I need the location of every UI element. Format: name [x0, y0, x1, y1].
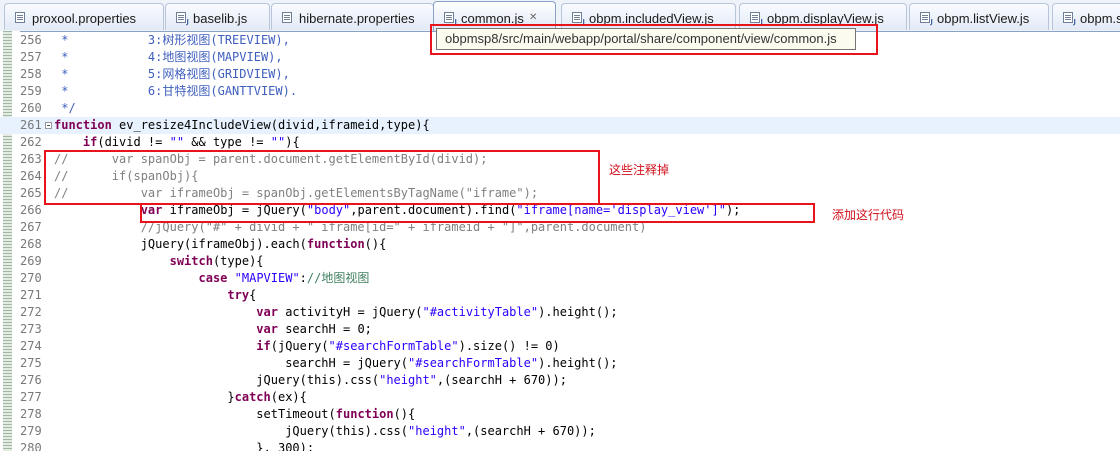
line-number: 270: [20, 271, 42, 285]
code-text: if(divid != "" && type != ""){: [82, 135, 300, 149]
code-line[interactable]: 272 var activityH = jQuery("#activityTab…: [0, 304, 1120, 321]
code-text: try{: [227, 288, 257, 302]
code-text: case "MAPVIEW"://地图视图: [198, 271, 370, 285]
javascript-file-icon: [444, 12, 457, 26]
code-text: setTimeout(function(){: [54, 407, 416, 421]
code-line[interactable]: 277 }catch(ex){: [0, 389, 1120, 406]
tab-proxool-properties[interactable]: proxool.properties: [4, 3, 164, 30]
code-line[interactable]: 274 if(jQuery("#searchFormTable").size()…: [0, 338, 1120, 355]
code-text: }catch(ex){: [54, 390, 307, 404]
code-line[interactable]: 273 var searchH = 0;: [0, 321, 1120, 338]
tooltip-highlight-box: [430, 24, 878, 55]
fold-collapse-icon[interactable]: [45, 122, 52, 129]
code-line[interactable]: 262 if(divid != "" && type != ""){: [0, 134, 1120, 151]
line-number: 259: [20, 84, 42, 98]
code-text: }, 300);: [54, 441, 315, 451]
code-text: var activityH = jQuery("#activityTable")…: [256, 305, 618, 319]
code-text: switch(type){: [169, 254, 264, 268]
line-number: 257: [20, 50, 42, 64]
line-number: 278: [20, 407, 42, 421]
code-line[interactable]: 278 setTimeout(function(){: [0, 406, 1120, 423]
tab-label: obpm.listView.js: [937, 11, 1030, 26]
code-line[interactable]: 276 jQuery(this).css("height",(searchH +…: [0, 372, 1120, 389]
line-number: 279: [20, 424, 42, 438]
code-line[interactable]: 260 */: [0, 100, 1120, 117]
properties-file-icon: [282, 12, 292, 23]
added-line-highlight-box: [140, 203, 815, 223]
code-text: var searchH = 0;: [256, 322, 372, 336]
code-text: if(jQuery("#searchFormTable").size() != …: [256, 339, 560, 353]
tab-obpm-listview-js[interactable]: obpm.listView.js: [909, 3, 1049, 30]
line-number: 267: [20, 220, 42, 234]
line-number: 275: [20, 356, 42, 370]
code-line[interactable]: 268 jQuery(iframeObj).each(function(){: [0, 236, 1120, 253]
code-text: * 5:网格视图(GRIDVIEW),: [54, 67, 290, 81]
code-text: */: [54, 101, 76, 115]
commented-lines-highlight-box: [44, 150, 600, 205]
code-text: * 4:地图视图(MAPVIEW),: [54, 50, 283, 64]
line-number: 274: [20, 339, 42, 353]
javascript-file-icon: [920, 12, 933, 26]
code-line[interactable]: 279 jQuery(this).css("height",(searchH +…: [0, 423, 1120, 440]
code-line[interactable]: 261 function ev_resize4IncludeView(divid,…: [0, 117, 1120, 134]
code-text: * 3:树形视图(TREEVIEW),: [54, 33, 290, 47]
line-number: 268: [20, 237, 42, 251]
code-editor[interactable]: 256 * 3:树形视图(TREEVIEW), 257 * 4:地图视图(MAPV…: [0, 31, 1120, 451]
tab-baselib-js[interactable]: baselib.js: [165, 3, 270, 30]
line-number: 258: [20, 67, 42, 81]
tab-label: proxool.properties: [32, 11, 137, 26]
comment-out-annotation: 这些注释掉: [609, 163, 670, 177]
line-number: 271: [20, 288, 42, 302]
line-number: 260: [20, 101, 42, 115]
tab-label: obpm.su: [1080, 11, 1120, 26]
code-text: searchH = jQuery("#searchFormTable").hei…: [54, 356, 618, 370]
line-number: 262: [20, 135, 42, 149]
code-line[interactable]: 270 case "MAPVIEW"://地图视图: [0, 270, 1120, 287]
line-number: 272: [20, 305, 42, 319]
tab-hibernate-properties[interactable]: hibernate.properties: [271, 3, 434, 30]
tab-label: hibernate.properties: [299, 11, 415, 26]
line-number: 269: [20, 254, 42, 268]
code-line[interactable]: 258 * 5:网格视图(GRIDVIEW),: [0, 66, 1120, 83]
code-text: jQuery(iframeObj).each(function(){: [54, 237, 387, 251]
javascript-file-icon: [750, 12, 763, 26]
tab-label: baselib.js: [193, 11, 248, 26]
code-text: * 6:甘特视图(GANTTVIEW).: [54, 84, 298, 98]
close-tab-icon[interactable]: ✕: [529, 12, 537, 23]
code-line[interactable]: 259 * 6:甘特视图(GANTTVIEW).: [0, 83, 1120, 100]
line-number: 280: [20, 441, 42, 451]
code-text: jQuery(this).css("height",(searchH + 670…: [54, 373, 567, 387]
line-number: 256: [20, 33, 42, 47]
code-line[interactable]: 275 searchH = jQuery("#searchFormTable")…: [0, 355, 1120, 372]
code-line[interactable]: 269 switch(type){: [0, 253, 1120, 270]
code-line[interactable]: 280 }, 300);: [0, 440, 1120, 451]
code-text: jQuery(this).css("height",(searchH + 670…: [54, 424, 596, 438]
javascript-file-icon: [1063, 12, 1076, 26]
code-line[interactable]: 271 try{: [0, 287, 1120, 304]
javascript-file-icon: [572, 12, 585, 26]
line-number: 276: [20, 373, 42, 387]
javascript-file-icon: [176, 12, 189, 26]
tab-obpm-su[interactable]: obpm.su: [1052, 3, 1120, 30]
line-number: 273: [20, 322, 42, 336]
properties-file-icon: [15, 12, 25, 23]
line-number: 277: [20, 390, 42, 404]
code-text: function ev_resize4IncludeView(divid,ifr…: [54, 118, 430, 132]
add-line-annotation: 添加这行代码: [832, 208, 905, 222]
